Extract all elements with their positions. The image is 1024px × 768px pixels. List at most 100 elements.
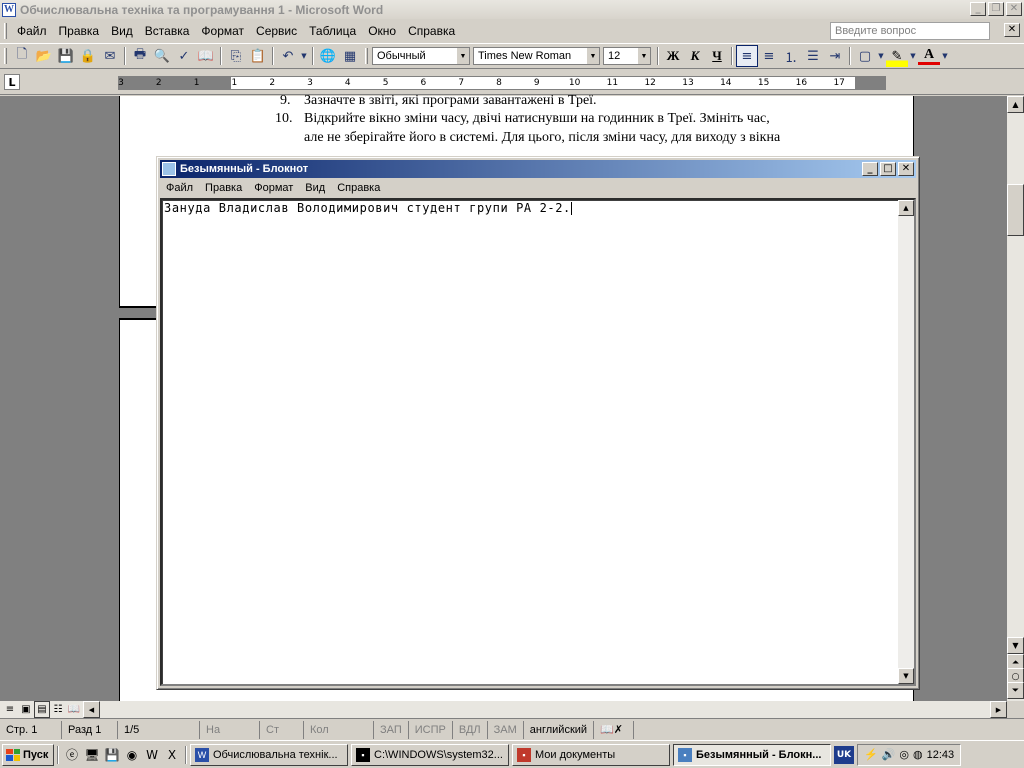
notepad-app-icon[interactable]	[162, 162, 176, 176]
menu-file[interactable]: Файл	[11, 20, 53, 42]
ask-question-input[interactable]: Введите вопрос	[830, 22, 990, 40]
tab-selector[interactable]: L	[4, 74, 20, 90]
menu-insert[interactable]: Вставка	[139, 20, 196, 42]
power-icon[interactable]: ⚡	[864, 748, 878, 761]
menu-grip[interactable]	[4, 23, 7, 39]
word-close-button[interactable]: ✕	[1006, 2, 1022, 16]
menu-view[interactable]: Вид	[105, 20, 139, 42]
spelling-icon[interactable]: ✓	[173, 45, 195, 67]
menu-tools[interactable]: Сервис	[250, 20, 303, 42]
scroll-left-icon[interactable]: ◀	[83, 701, 100, 718]
chevron-down-icon[interactable]: ▼	[587, 48, 599, 64]
np-menu-help[interactable]: Справка	[331, 179, 386, 197]
highlight-dropdown-icon[interactable]: ▼	[908, 45, 918, 67]
network-icon[interactable]: ◎	[899, 748, 909, 761]
new-document-icon[interactable]: 🗋	[11, 45, 33, 67]
task-notepad[interactable]: ▪ Безымянный - Блокн...	[673, 743, 831, 766]
email-icon[interactable]: ✉	[99, 45, 121, 67]
np-menu-edit[interactable]: Правка	[199, 179, 248, 197]
toolbar-grip[interactable]	[4, 48, 7, 64]
print-icon[interactable]: 🖶	[129, 45, 151, 67]
permission-icon[interactable]: 🔒	[77, 45, 99, 67]
borders-dropdown-icon[interactable]: ▼	[876, 45, 886, 67]
status-ext[interactable]: ВДЛ	[453, 720, 488, 739]
np-scroll-up-icon[interactable]: ▲	[898, 200, 914, 216]
underline-button[interactable]: Ч	[706, 45, 728, 67]
highlight-icon[interactable]: ✎	[886, 45, 908, 67]
word-vertical-scrollbar[interactable]: ▲ ▼ ⏶ ○ ⏷	[1007, 96, 1024, 701]
language-indicator[interactable]: UK	[834, 745, 854, 764]
desktop-icon[interactable]: 🖥	[82, 745, 102, 765]
spelling-status-icon[interactable]: 📖✗	[594, 720, 635, 739]
paste-icon[interactable]: 📋	[247, 45, 269, 67]
reading-view-icon[interactable]: 📖	[66, 701, 82, 718]
font-select[interactable]: Times New Roman ▼	[473, 47, 600, 65]
numbering-icon[interactable]: ⒈	[780, 45, 802, 67]
menu-table[interactable]: Таблица	[303, 20, 362, 42]
font-color-dropdown-icon[interactable]: ▼	[940, 45, 950, 67]
normal-view-icon[interactable]: ≡	[2, 701, 18, 718]
np-menu-file[interactable]: Файл	[160, 179, 199, 197]
notepad-close-button[interactable]: ✕	[898, 162, 914, 176]
status-language[interactable]: английский	[524, 720, 595, 739]
menu-format[interactable]: Формат	[195, 20, 250, 42]
save-icon[interactable]: 💾	[55, 45, 77, 67]
task-my-documents[interactable]: ▪ Мои документы	[512, 743, 670, 766]
outline-view-icon[interactable]: ☷	[50, 701, 66, 718]
font-size-select[interactable]: 12 ▼	[603, 47, 651, 65]
chevron-down-icon[interactable]: ▼	[457, 48, 469, 64]
word-horizontal-scrollbar[interactable]: ≡ ▣ ▤ ☷ 📖 ◀ ▶	[0, 701, 1007, 718]
np-scroll-down-icon[interactable]: ▼	[898, 668, 914, 684]
status-rec[interactable]: ЗАП	[374, 720, 409, 739]
style-select[interactable]: Обычный ▼	[372, 47, 470, 65]
indent-icon[interactable]: ⇥	[824, 45, 846, 67]
chevron-down-icon[interactable]: ▼	[638, 48, 650, 64]
web-view-icon[interactable]: ▣	[18, 701, 34, 718]
undo-dropdown-icon[interactable]: ▼	[299, 45, 309, 67]
chrome-icon[interactable]: ◉	[122, 745, 142, 765]
scroll-down-icon[interactable]: ▼	[1007, 637, 1024, 654]
borders-icon[interactable]: ▢	[854, 45, 876, 67]
menu-help[interactable]: Справка	[402, 20, 461, 42]
notepad-vertical-scrollbar[interactable]: ▲ ▼	[898, 200, 914, 684]
menu-window[interactable]: Окно	[362, 20, 402, 42]
scroll-right-icon[interactable]: ▶	[990, 701, 1007, 718]
research-icon[interactable]: 📖	[195, 45, 217, 67]
status-ovr[interactable]: ЗАМ	[488, 720, 524, 739]
format-toolbar-grip[interactable]	[365, 48, 368, 64]
word-quicklaunch-icon[interactable]: W	[142, 745, 162, 765]
word-title-bar[interactable]: W Обчислювальна техніка та програмування…	[0, 0, 1024, 19]
hyperlink-icon[interactable]: 🌐	[317, 45, 339, 67]
align-left-icon[interactable]: ≡	[736, 45, 758, 67]
print-preview-icon[interactable]: 🔍	[151, 45, 173, 67]
scroll-thumb[interactable]	[1007, 184, 1024, 236]
np-menu-format[interactable]: Формат	[248, 179, 299, 197]
notepad-text-area[interactable]: Зануда Владислав Володимирович студент г…	[160, 198, 916, 686]
notepad-maximize-button[interactable]: □	[880, 162, 896, 176]
security-icon[interactable]: ◍	[913, 748, 923, 761]
font-color-icon[interactable]: A	[918, 47, 940, 65]
doc-close-button[interactable]: ✕	[1004, 23, 1020, 37]
open-folder-icon[interactable]: 📂	[33, 45, 55, 67]
ruler-bar[interactable]: 3 2 1 1 2 3 4 5 6 7 8 9 10 11 12 13 14 15 16 17	[118, 76, 886, 90]
save-quicklaunch-icon[interactable]: 💾	[102, 745, 122, 765]
notepad-minimize-button[interactable]: _	[862, 162, 878, 176]
clock[interactable]: 12:43	[927, 749, 955, 761]
print-layout-icon[interactable]: ▤	[34, 701, 50, 718]
menu-edit[interactable]: Правка	[53, 20, 106, 42]
bold-button[interactable]: Ж	[662, 45, 684, 67]
volume-icon[interactable]: 🔊	[882, 748, 896, 761]
word-app-icon[interactable]: W	[2, 2, 16, 17]
copy-icon[interactable]: ⎘	[225, 45, 247, 67]
undo-icon[interactable]: ↶	[277, 45, 299, 67]
start-button[interactable]: Пуск	[2, 743, 54, 766]
excel-quicklaunch-icon[interactable]: X	[162, 745, 182, 765]
status-trk[interactable]: ИСПР	[409, 720, 453, 739]
bullets-icon[interactable]: ☰	[802, 45, 824, 67]
italic-button[interactable]: К	[684, 45, 706, 67]
scroll-up-icon[interactable]: ▲	[1007, 96, 1024, 113]
word-minimize-button[interactable]: _	[970, 2, 986, 16]
word-restore-button[interactable]: ❐	[988, 2, 1004, 16]
table-icon[interactable]: ▦	[339, 45, 361, 67]
np-menu-view[interactable]: Вид	[299, 179, 331, 197]
